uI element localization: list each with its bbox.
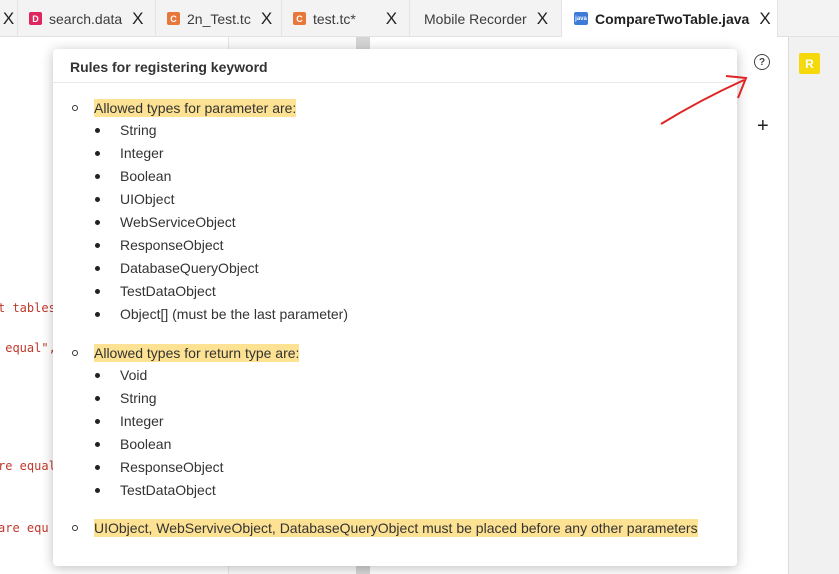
- bullet-icon: [95, 150, 100, 156]
- return-heading: Allowed types for return type are:: [94, 344, 300, 362]
- list-item: Integer: [95, 145, 164, 161]
- ordering-rule: UIObject, WebServiveObject, DatabaseQuer…: [94, 519, 698, 537]
- param-type: Boolean: [120, 168, 172, 184]
- bullet-icon: [95, 418, 100, 424]
- param-type: DatabaseQueryObject: [120, 260, 259, 276]
- return-type: String: [120, 390, 157, 406]
- bullet-icon: [95, 265, 100, 271]
- list-item: Void: [95, 367, 147, 383]
- list-item: Integer: [95, 413, 164, 429]
- tab-close-icon[interactable]: X: [132, 9, 143, 29]
- tab-label: Mobile Recorder: [424, 10, 527, 27]
- list-item: WebServiceObject: [95, 214, 236, 230]
- return-type: Boolean: [120, 436, 172, 452]
- list-item: TestDataObject: [95, 283, 216, 299]
- tab-compare-two-table[interactable]: java CompareTwoTable.java X: [562, 0, 778, 37]
- add-button[interactable]: +: [757, 115, 769, 138]
- list-item: Boolean: [95, 436, 171, 452]
- return-type: Void: [120, 367, 148, 383]
- return-type: TestDataObject: [120, 482, 216, 498]
- tab-close-icon[interactable]: X: [537, 9, 548, 29]
- help-icon[interactable]: ?: [754, 54, 770, 70]
- param-type: Integer: [120, 145, 164, 161]
- return-type: ResponseObject: [120, 459, 224, 475]
- code-line: re equal: [0, 459, 56, 473]
- tab-label: 2n_Test.tc: [187, 10, 251, 27]
- divider: [53, 82, 737, 83]
- code-line: t tables: [0, 301, 56, 315]
- list-item: UIObject: [95, 191, 174, 207]
- tab-mobile-recorder[interactable]: Mobile Recorder X: [410, 0, 562, 37]
- bullet-icon: [95, 311, 100, 317]
- param-heading: Allowed types for parameter are:: [94, 99, 297, 117]
- popup-title: Rules for registering keyword: [70, 59, 268, 75]
- param-type: UIObject: [120, 191, 175, 207]
- rules-popup: Rules for registering keyword Allowed ty…: [53, 49, 737, 566]
- tab-label: search.data: [49, 10, 123, 27]
- r-icon[interactable]: R: [799, 53, 820, 74]
- tab-label: CompareTwoTable.java: [595, 10, 750, 27]
- testcase-file-icon: C: [167, 12, 180, 25]
- tab-bar: X D search.data X C 2n_Test.tc X C test.…: [0, 0, 839, 37]
- circle-bullet-icon: [72, 525, 78, 531]
- tab-close-icon[interactable]: X: [261, 9, 272, 29]
- tab-close-icon[interactable]: X: [3, 9, 14, 29]
- bullet-icon: [95, 242, 100, 248]
- bullet-icon: [95, 372, 100, 378]
- bullet-icon: [95, 441, 100, 447]
- list-item: ResponseObject: [95, 459, 224, 475]
- param-heading-row: Allowed types for parameter are:: [72, 99, 297, 117]
- bullet-icon: [95, 487, 100, 493]
- tab-label: test.tc*: [313, 10, 356, 27]
- list-item: TestDataObject: [95, 482, 216, 498]
- tab-close-icon[interactable]: X: [759, 9, 770, 29]
- testcase-file-icon: C: [293, 12, 306, 25]
- code-line: equal",: [0, 341, 56, 355]
- list-item: ResponseObject: [95, 237, 224, 253]
- param-type: WebServiceObject: [120, 214, 236, 230]
- data-file-icon: D: [29, 12, 42, 25]
- return-heading-row: Allowed types for return type are:: [72, 344, 300, 362]
- circle-bullet-icon: [72, 105, 78, 111]
- tab-partial[interactable]: X: [0, 0, 18, 37]
- circle-bullet-icon: [72, 350, 78, 356]
- tab-test-tc[interactable]: C test.tc* X: [282, 0, 410, 37]
- return-type: Integer: [120, 413, 164, 429]
- bullet-icon: [95, 219, 100, 225]
- param-type: String: [120, 122, 157, 138]
- tab-search-data[interactable]: D search.data X: [18, 0, 156, 37]
- right-sidebar: R: [788, 37, 839, 574]
- tab-2n-test[interactable]: C 2n_Test.tc X: [156, 0, 282, 37]
- bullet-icon: [95, 464, 100, 470]
- param-type: TestDataObject: [120, 283, 216, 299]
- bullet-icon: [95, 395, 100, 401]
- ordering-rule-row: UIObject, WebServiveObject, DatabaseQuer…: [72, 519, 698, 537]
- param-type: Object[] (must be the last parameter): [120, 306, 348, 322]
- tab-close-icon[interactable]: X: [386, 9, 397, 29]
- code-line: are equ: [0, 521, 49, 535]
- bullet-icon: [95, 288, 100, 294]
- list-item: String: [95, 390, 157, 406]
- list-item: DatabaseQueryObject: [95, 260, 259, 276]
- list-item: String: [95, 122, 157, 138]
- bullet-icon: [95, 127, 100, 133]
- bullet-icon: [95, 173, 100, 179]
- param-type: ResponseObject: [120, 237, 224, 253]
- java-file-icon: java: [574, 12, 588, 25]
- list-item: Object[] (must be the last parameter): [95, 306, 348, 322]
- bullet-icon: [95, 196, 100, 202]
- list-item: Boolean: [95, 168, 171, 184]
